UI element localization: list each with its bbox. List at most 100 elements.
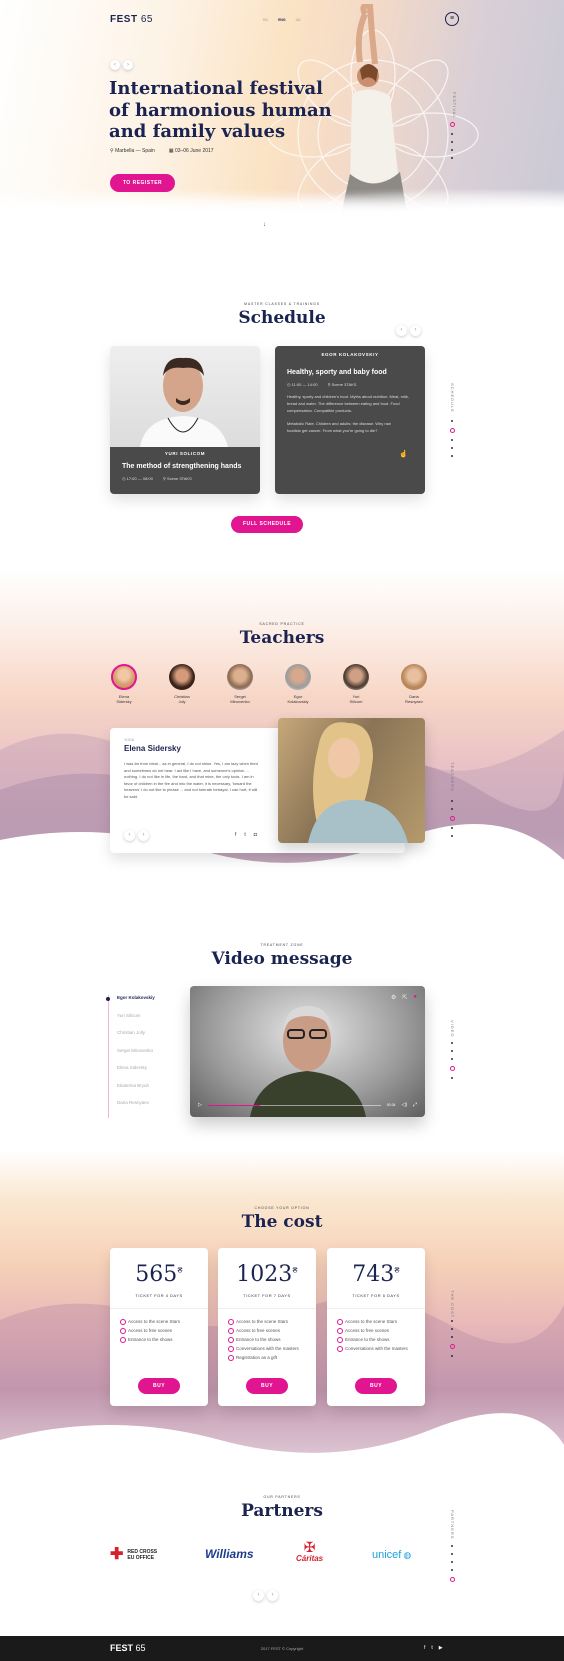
hero-prev-arrow[interactable]: ‹	[110, 60, 120, 70]
volume-icon[interactable]: ◁)	[401, 1102, 407, 1108]
teacher-prev-arrow[interactable]: ‹	[124, 830, 135, 841]
schedule-card[interactable]: YURI SOLICOM The method of strengthening…	[110, 346, 260, 494]
page-dot-active[interactable]	[449, 1344, 455, 1349]
hero-next-arrow[interactable]: ›	[123, 60, 133, 70]
buy-button[interactable]: BUY	[355, 1378, 397, 1394]
lang-eng[interactable]: ENG	[278, 18, 286, 22]
schedule-prev-arrow[interactable]: ‹	[396, 325, 407, 336]
playlist-item[interactable]: Christian Jolly	[117, 1030, 178, 1048]
page-dot[interactable]	[451, 133, 453, 135]
page-dot[interactable]	[451, 1569, 453, 1571]
teacher-last-name: Joly	[178, 699, 186, 704]
lang-ru[interactable]: RU	[263, 18, 268, 22]
page-dot-active[interactable]	[449, 1577, 455, 1582]
price-divider	[327, 1308, 425, 1309]
teacher-avatar-item[interactable]: Daria Resnyaev	[394, 664, 434, 704]
video-progress-track[interactable]	[207, 1104, 381, 1106]
hero-nav-arrows: ‹ ›	[110, 60, 133, 70]
schedule-card-active[interactable]: EGOR KOLAKOVSKIY Healthy, sporty and bab…	[275, 346, 425, 494]
cursor-icon: ☝	[399, 451, 408, 458]
full-schedule-button[interactable]: FULL SCHEDULE	[231, 516, 303, 533]
playlist-item-active[interactable]: Egor Kolakovskiy	[117, 995, 178, 1013]
page-dot[interactable]	[451, 1320, 453, 1322]
twitter-icon[interactable]: t	[431, 1645, 432, 1651]
page-dot[interactable]	[451, 1553, 453, 1555]
teacher-avatar-item[interactable]: Egor Kolakovskiy	[278, 664, 318, 704]
page-dot[interactable]	[451, 1050, 453, 1052]
page-dot[interactable]	[451, 439, 453, 441]
teacher-avatar-item[interactable]: Sergei Minovenko	[220, 664, 260, 704]
page-dot-active[interactable]	[449, 1066, 455, 1071]
partner-logo-caritas[interactable]: ✠ Cáritas	[296, 1540, 323, 1563]
teacher-avatar-item[interactable]: Yuri Silicom	[336, 664, 376, 704]
page-dot[interactable]	[451, 835, 453, 837]
hero-title-line: of harmonious human	[109, 99, 332, 121]
playlist-item[interactable]: Sergei Minovenko	[117, 1048, 178, 1066]
page-dot[interactable]	[451, 1355, 453, 1357]
card-title: The method of strengthening hands	[122, 463, 242, 470]
schedule-next-arrow[interactable]: ›	[410, 325, 421, 336]
buy-button[interactable]: BUY	[138, 1378, 180, 1394]
playlist-active-marker	[106, 997, 110, 1001]
settings-icon[interactable]: ⚙	[391, 994, 396, 1001]
page-dot[interactable]	[451, 447, 453, 449]
facebook-icon[interactable]: f	[235, 832, 236, 838]
page-dot[interactable]	[451, 420, 453, 422]
menu-button[interactable]: ≡	[445, 12, 459, 26]
page-dot[interactable]	[451, 800, 453, 802]
avatar	[343, 664, 369, 690]
facebook-icon[interactable]: f	[424, 1645, 425, 1651]
youtube-icon[interactable]: ▶	[439, 1645, 443, 1651]
page-dot[interactable]	[451, 455, 453, 457]
fullscreen-icon[interactable]: ⤢	[413, 1102, 417, 1108]
buy-button[interactable]: BUY	[246, 1378, 288, 1394]
partners-next-arrow[interactable]: ›	[267, 1590, 278, 1601]
scroll-down-icon[interactable]: ↓	[263, 222, 266, 228]
video-player[interactable]: ⚙ ⇱ ● ▷ 00:34 ◁) ⤢	[190, 986, 425, 1117]
page-dot-active[interactable]	[449, 816, 455, 821]
feature-item: Conversations with the masters	[337, 1346, 415, 1352]
page-dot[interactable]	[451, 808, 453, 810]
instagram-icon[interactable]: ◘	[254, 832, 257, 838]
teacher-avatar-item[interactable]: Elena Sidersky	[104, 664, 144, 704]
partner-logo-redcross[interactable]: ✚ RED CROSS EU OFFICE	[110, 1546, 157, 1563]
page-dot[interactable]	[451, 157, 453, 159]
page-dot[interactable]	[451, 827, 453, 829]
section-pagination	[449, 1545, 455, 1588]
partner-logo-unicef[interactable]: unicef ◍	[372, 1549, 411, 1561]
close-icon[interactable]: ●	[413, 994, 417, 1001]
partner-logo-williams[interactable]: Williams	[205, 1547, 254, 1561]
share-icon[interactable]: ⇱	[402, 994, 407, 1001]
price-card: 565₴ TICKET FOR 4 DAYS Access to the sce…	[110, 1248, 208, 1406]
page-dot[interactable]	[451, 1561, 453, 1563]
page-dot-active[interactable]	[449, 122, 455, 127]
twitter-icon[interactable]: t	[244, 832, 245, 838]
page-dot[interactable]	[451, 149, 453, 151]
section-pagination	[449, 122, 455, 165]
page-dot-active[interactable]	[449, 428, 455, 433]
teacher-avatar-item[interactable]: Christian Joly	[162, 664, 202, 704]
site-logo[interactable]: FEST 65	[110, 14, 153, 25]
playlist-item[interactable]: Ekaterina Bryuh	[117, 1083, 178, 1101]
partners-prev-arrow[interactable]: ‹	[253, 1590, 264, 1601]
play-icon[interactable]: ▷	[198, 1102, 202, 1108]
page-dot[interactable]	[451, 1336, 453, 1338]
feature-item: Conversations with the masters	[228, 1346, 306, 1352]
page-dot[interactable]	[451, 1042, 453, 1044]
price-label: TICKET FOR 5 DAYS	[352, 1293, 400, 1298]
teacher-next-arrow[interactable]: ›	[138, 830, 149, 841]
clock-icon: ◷	[122, 476, 126, 481]
playlist-item[interactable]: Yuri Silicom	[117, 1013, 178, 1031]
playlist-item[interactable]: Daria Resnyaev	[117, 1100, 178, 1118]
register-button[interactable]: TO REGISTER	[110, 174, 175, 192]
page-dot[interactable]	[451, 1058, 453, 1060]
page-dot[interactable]	[451, 1328, 453, 1330]
red-cross-icon: ✚	[110, 1546, 124, 1563]
playlist-item[interactable]: Elena Sidersky	[117, 1065, 178, 1083]
page-dot[interactable]	[451, 141, 453, 143]
caritas-cross-icon: ✠	[303, 1539, 316, 1555]
page-dot[interactable]	[451, 1545, 453, 1547]
lang-ua[interactable]: UA	[296, 18, 301, 22]
video-title: Video message	[211, 949, 353, 969]
page-dot[interactable]	[451, 1077, 453, 1079]
